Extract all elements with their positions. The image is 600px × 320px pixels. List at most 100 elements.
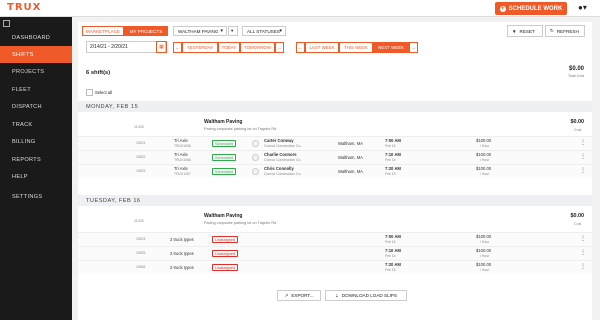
shift-rate: $100.00 <box>476 166 492 171</box>
filter-icon: ▼ <box>512 28 517 34</box>
job-cost-amount: $0.00 <box>570 213 585 219</box>
more-options-icon[interactable]: ⋮ <box>580 250 586 256</box>
shift-date: Feb 16 <box>385 240 396 244</box>
next-day-button[interactable]: → <box>275 42 284 53</box>
sidebar-collapse-icon[interactable] <box>3 20 10 27</box>
day-header-tuesday: TUESDAY, FEB 16 <box>78 195 592 206</box>
shift-ref: 15521 <box>136 141 146 145</box>
location-select-value: WALTHAM PAVING <box>178 28 219 34</box>
shift-rate: $100.00 <box>476 262 492 267</box>
shift-location: Waltham, MA <box>338 169 363 174</box>
shift-rate-unit: / Hour <box>480 158 490 162</box>
job-title[interactable]: Waltham Paving <box>204 119 242 125</box>
next-week-button[interactable]: NEXT WEEK <box>373 42 409 53</box>
shift-row[interactable]: 15522 Tri Axle TRUX1066 Scheduled Charli… <box>78 150 592 164</box>
refresh-button[interactable]: ↻ REFRESH <box>545 25 585 37</box>
location-dropdown-toggle[interactable]: ▾ <box>228 26 238 36</box>
truck-type: Tri Axle <box>174 138 188 143</box>
shift-ref: 15522 <box>136 155 146 159</box>
shift-time: 7:00 AM <box>385 234 401 239</box>
sidebar-item-shifts[interactable]: SHIFTS <box>0 46 72 63</box>
location-select[interactable]: WALTHAM PAVING ▾ <box>173 26 227 36</box>
shift-date: Feb 15 <box>385 172 396 176</box>
job-title[interactable]: Waltham Paving <box>204 213 242 219</box>
sidebar-item-projects[interactable]: PROJECTS <box>0 63 72 80</box>
shift-row[interactable]: 15524 2 truck types Unassigned 7:00 AM F… <box>78 232 592 246</box>
shift-row[interactable]: 15526 2 truck types Unassigned 7:20 AM F… <box>78 260 592 274</box>
this-week-button[interactable]: THIS WEEK <box>339 42 373 53</box>
sidebar-item-help[interactable]: HELP <box>0 168 72 185</box>
download-label: DOWNLOAD LOAD SLIPS <box>341 293 397 298</box>
calendar-icon[interactable]: ▦ <box>156 41 167 53</box>
shift-time: 7:10 AM <box>385 152 401 157</box>
shift-rate-unit: / Hour <box>480 268 490 272</box>
user-icon[interactable]: ●▾ <box>578 3 587 12</box>
today-button[interactable]: TODAY <box>218 42 240 53</box>
shift-time: 7:00 AM <box>385 138 401 143</box>
export-button[interactable]: ↗ EXPORT... <box>277 290 321 301</box>
job-cost-label: Cost <box>574 222 582 226</box>
yesterday-button[interactable]: YESTERDAY <box>182 42 218 53</box>
schedule-work-label: SCHEDULE WORK <box>508 5 563 12</box>
sidebar-item-fleet[interactable]: FLEET <box>0 81 72 98</box>
shift-row[interactable]: 15521 Tri Axle TRUX1066 Scheduled Carter… <box>78 136 592 150</box>
schedule-work-button[interactable]: + SCHEDULE WORK <box>495 2 567 15</box>
truck-type: Tri Axle <box>174 166 188 171</box>
refresh-label: REFRESH <box>556 28 579 34</box>
sidebar-item-billing[interactable]: BILLING <box>0 133 72 150</box>
driver-avatar <box>252 140 259 147</box>
shift-location: Waltham, MA <box>338 155 363 160</box>
download-load-slips-button[interactable]: ⇣ DOWNLOAD LOAD SLIPS <box>325 290 407 301</box>
shift-rate-unit: / Hour <box>480 240 490 244</box>
truck-id: TRUX1066 <box>174 144 191 148</box>
shift-rate: $100.00 <box>476 234 492 239</box>
more-options-icon[interactable]: ⋮ <box>580 140 586 146</box>
shift-row[interactable]: 15525 2 truck types Unassigned 7:10 AM F… <box>78 246 592 260</box>
trux-logo[interactable]: TRUX <box>7 2 41 13</box>
job-cost-label: Cost <box>574 128 582 132</box>
refresh-icon: ↻ <box>550 28 554 33</box>
tomorrow-button[interactable]: TOMORROW <box>240 42 275 53</box>
date-range-input[interactable]: 2/14/21 - 2/20/21 <box>86 41 166 53</box>
job-subtitle: Paving corporate parking lot on Trapelo … <box>204 127 277 131</box>
shift-time: 7:20 AM <box>385 262 401 267</box>
more-options-icon[interactable]: ⋮ <box>580 168 586 174</box>
sidebar-item-reports[interactable]: REPORTS <box>0 151 72 168</box>
shift-ref: 15525 <box>136 251 146 255</box>
driver-name[interactable]: Charlie Connors <box>264 152 297 157</box>
driver-name[interactable]: Chris Connolly <box>264 166 294 171</box>
sidebar-item-dispatch[interactable]: DISPATCH <box>0 98 72 115</box>
truck-type: 2 truck types <box>170 251 194 256</box>
sidebar-item-dashboard[interactable]: DASHBOARD <box>0 29 72 46</box>
chevron-down-icon: ▾ <box>220 28 223 34</box>
sidebar-item-track[interactable]: TRACK <box>0 116 72 133</box>
more-options-icon[interactable]: ⋮ <box>580 264 586 270</box>
shift-date: Feb 16 <box>385 268 396 272</box>
export-icon: ↗ <box>284 292 289 298</box>
shift-count: 6 shift(s) <box>86 70 111 76</box>
select-all-checkbox[interactable] <box>86 89 93 96</box>
total-cost-label: Total Cost <box>568 74 584 78</box>
tab-my-projects[interactable]: MY PROJECTS <box>124 26 168 36</box>
tab-marketplace[interactable]: MARKETPLACE <box>82 26 124 36</box>
reset-button[interactable]: ▼ RESET <box>507 25 543 37</box>
shift-rate-unit: / Hour <box>480 144 490 148</box>
sidebar-item-settings[interactable]: SETTINGS <box>0 188 72 205</box>
prev-day-button[interactable]: ← <box>173 42 182 53</box>
status-select[interactable]: ALL STATUSES ▾ <box>242 26 286 36</box>
plus-icon: + <box>499 5 506 12</box>
job-id: 11330 <box>134 125 144 129</box>
truck-type: 2 truck types <box>170 265 194 270</box>
driver-avatar <box>252 154 259 161</box>
more-options-icon[interactable]: ⋮ <box>580 154 586 160</box>
shift-ref: 15523 <box>136 169 146 173</box>
next-week-arrow-button[interactable]: → <box>409 42 418 53</box>
prev-week-button[interactable]: ← <box>296 42 305 53</box>
more-options-icon[interactable]: ⋮ <box>580 236 586 242</box>
driver-name[interactable]: Carter Conway <box>264 138 294 143</box>
status-badge: Unassigned <box>212 264 239 271</box>
select-all-label: Select all <box>95 90 112 95</box>
last-week-button[interactable]: LAST WEEK <box>305 42 339 53</box>
driver-company: Conrod Construction Co. <box>264 158 302 162</box>
shift-row[interactable]: 15523 Tri Axle TRUX1067 Scheduled Chris … <box>78 164 592 178</box>
